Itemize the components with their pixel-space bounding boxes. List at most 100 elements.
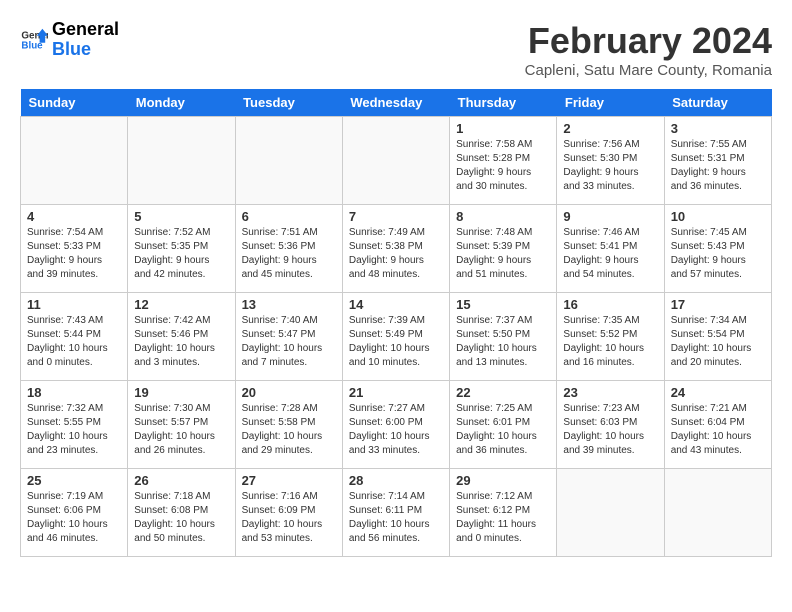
day-info: Sunrise: 7:58 AM Sunset: 5:28 PM Dayligh… [456,138,550,194]
day-info: Sunrise: 7:23 AM Sunset: 6:03 PM Dayligh… [563,402,657,458]
calendar-day-cell: 15 Sunrise: 7:37 AM Sunset: 5:50 PM Dayli… [450,293,557,381]
day-of-week-header: Monday [128,89,235,117]
day-info: Sunrise: 7:51 AM Sunset: 5:36 PM Dayligh… [242,226,336,282]
logo: General Blue General Blue [20,20,119,60]
calendar-day-cell: 11 Sunrise: 7:43 AM Sunset: 5:44 PM Dayli… [21,293,128,381]
day-info: Sunrise: 7:37 AM Sunset: 5:50 PM Dayligh… [456,314,550,370]
calendar-day-cell [21,117,128,205]
day-info: Sunrise: 7:16 AM Sunset: 6:09 PM Dayligh… [242,490,336,546]
calendar-day-cell [557,469,664,557]
day-info: Sunrise: 7:27 AM Sunset: 6:00 PM Dayligh… [349,402,443,458]
day-number: 23 [563,385,657,400]
day-number: 21 [349,385,443,400]
day-number: 28 [349,473,443,488]
calendar-week-row: 25 Sunrise: 7:19 AM Sunset: 6:06 PM Dayli… [21,469,772,557]
day-number: 18 [27,385,121,400]
calendar-day-cell: 16 Sunrise: 7:35 AM Sunset: 5:52 PM Dayli… [557,293,664,381]
calendar-header-row: SundayMondayTuesdayWednesdayThursdayFrid… [21,89,772,117]
calendar-day-cell: 10Sunrise: 7:45 AM Sunset: 5:43 PM Dayli… [664,205,771,293]
day-info: Sunrise: 7:35 AM Sunset: 5:52 PM Dayligh… [563,314,657,370]
day-info: Sunrise: 7:55 AM Sunset: 5:31 PM Dayligh… [671,138,765,194]
day-info: Sunrise: 7:49 AM Sunset: 5:38 PM Dayligh… [349,226,443,282]
day-info: Sunrise: 7:52 AM Sunset: 5:35 PM Dayligh… [134,226,228,282]
calendar-day-cell: 7 Sunrise: 7:49 AM Sunset: 5:38 PM Daylig… [342,205,449,293]
day-info: Sunrise: 7:54 AM Sunset: 5:33 PM Dayligh… [27,226,121,282]
day-number: 7 [349,209,443,224]
day-info: Sunrise: 7:34 AM Sunset: 5:54 PM Dayligh… [671,314,765,370]
day-of-week-header: Tuesday [235,89,342,117]
day-info: Sunrise: 7:32 AM Sunset: 5:55 PM Dayligh… [27,402,121,458]
day-number: 6 [242,209,336,224]
calendar-day-cell: 24 Sunrise: 7:21 AM Sunset: 6:04 PM Dayli… [664,381,771,469]
calendar-day-cell: 27 Sunrise: 7:16 AM Sunset: 6:09 PM Dayli… [235,469,342,557]
calendar-day-cell: 1 Sunrise: 7:58 AM Sunset: 5:28 PM Daylig… [450,117,557,205]
day-number: 29 [456,473,550,488]
calendar-day-cell: 2 Sunrise: 7:56 AM Sunset: 5:30 PM Daylig… [557,117,664,205]
calendar-day-cell: 28 Sunrise: 7:14 AM Sunset: 6:11 PM Dayli… [342,469,449,557]
calendar-day-cell [664,469,771,557]
calendar-week-row: 1 Sunrise: 7:58 AM Sunset: 5:28 PM Daylig… [21,117,772,205]
calendar-day-cell: 29 Sunrise: 7:12 AM Sunset: 6:12 PM Dayli… [450,469,557,557]
calendar-day-cell: 3 Sunrise: 7:55 AM Sunset: 5:31 PM Daylig… [664,117,771,205]
day-number: 4 [27,209,121,224]
day-number: 24 [671,385,765,400]
day-info: Sunrise: 7:25 AM Sunset: 6:01 PM Dayligh… [456,402,550,458]
day-info: Sunrise: 7:43 AM Sunset: 5:44 PM Dayligh… [27,314,121,370]
calendar-day-cell: 26 Sunrise: 7:18 AM Sunset: 6:08 PM Dayli… [128,469,235,557]
day-number: 22 [456,385,550,400]
day-info: Sunrise: 7:40 AM Sunset: 5:47 PM Dayligh… [242,314,336,370]
calendar-day-cell: 18 Sunrise: 7:32 AM Sunset: 5:55 PM Dayli… [21,381,128,469]
day-info: Sunrise: 7:28 AM Sunset: 5:58 PM Dayligh… [242,402,336,458]
location-subtitle: Capleni, Satu Mare County, Romania [525,62,772,79]
day-info: Sunrise: 7:48 AM Sunset: 5:39 PM Dayligh… [456,226,550,282]
calendar-day-cell: 25 Sunrise: 7:19 AM Sunset: 6:06 PM Dayli… [21,469,128,557]
calendar-day-cell: 9Sunrise: 7:46 AM Sunset: 5:41 PM Daylig… [557,205,664,293]
day-number: 26 [134,473,228,488]
day-number: 20 [242,385,336,400]
day-number: 11 [27,297,121,312]
day-info: Sunrise: 7:21 AM Sunset: 6:04 PM Dayligh… [671,402,765,458]
day-number: 12 [134,297,228,312]
calendar-day-cell [235,117,342,205]
day-info: Sunrise: 7:46 AM Sunset: 5:41 PM Dayligh… [563,226,657,282]
day-of-week-header: Thursday [450,89,557,117]
calendar-day-cell: 4 Sunrise: 7:54 AM Sunset: 5:33 PM Daylig… [21,205,128,293]
day-number: 15 [456,297,550,312]
day-number: 16 [563,297,657,312]
day-info: Sunrise: 7:12 AM Sunset: 6:12 PM Dayligh… [456,490,550,546]
calendar-day-cell: 21 Sunrise: 7:27 AM Sunset: 6:00 PM Dayli… [342,381,449,469]
day-number: 25 [27,473,121,488]
day-number: 27 [242,473,336,488]
day-number: 3 [671,121,765,136]
calendar-day-cell [128,117,235,205]
calendar-day-cell: 13 Sunrise: 7:40 AM Sunset: 5:47 PM Dayli… [235,293,342,381]
calendar-day-cell: 20 Sunrise: 7:28 AM Sunset: 5:58 PM Dayli… [235,381,342,469]
day-info: Sunrise: 7:45 AM Sunset: 5:43 PM Dayligh… [671,226,765,282]
month-year-title: February 2024 [525,20,772,62]
header: General Blue General Blue February 2024 … [20,20,772,79]
day-info: Sunrise: 7:56 AM Sunset: 5:30 PM Dayligh… [563,138,657,194]
day-info: Sunrise: 7:18 AM Sunset: 6:08 PM Dayligh… [134,490,228,546]
calendar-table: SundayMondayTuesdayWednesdayThursdayFrid… [20,89,772,557]
title-section: February 2024 Capleni, Satu Mare County,… [525,20,772,79]
calendar-day-cell [342,117,449,205]
calendar-week-row: 11 Sunrise: 7:43 AM Sunset: 5:44 PM Dayli… [21,293,772,381]
calendar-day-cell: 23 Sunrise: 7:23 AM Sunset: 6:03 PM Dayli… [557,381,664,469]
day-number: 1 [456,121,550,136]
calendar-day-cell: 6 Sunrise: 7:51 AM Sunset: 5:36 PM Daylig… [235,205,342,293]
logo-icon: General Blue [20,26,48,54]
logo-text: General Blue [52,20,119,60]
day-of-week-header: Sunday [21,89,128,117]
day-number: 13 [242,297,336,312]
calendar-day-cell: 5 Sunrise: 7:52 AM Sunset: 5:35 PM Daylig… [128,205,235,293]
day-info: Sunrise: 7:30 AM Sunset: 5:57 PM Dayligh… [134,402,228,458]
calendar-day-cell: 17Sunrise: 7:34 AM Sunset: 5:54 PM Dayli… [664,293,771,381]
day-number: 2 [563,121,657,136]
day-info: Sunrise: 7:19 AM Sunset: 6:06 PM Dayligh… [27,490,121,546]
day-info: Sunrise: 7:14 AM Sunset: 6:11 PM Dayligh… [349,490,443,546]
calendar-day-cell: 12Sunrise: 7:42 AM Sunset: 5:46 PM Dayli… [128,293,235,381]
day-number: 19 [134,385,228,400]
day-number: 5 [134,209,228,224]
day-of-week-header: Saturday [664,89,771,117]
calendar-week-row: 4 Sunrise: 7:54 AM Sunset: 5:33 PM Daylig… [21,205,772,293]
